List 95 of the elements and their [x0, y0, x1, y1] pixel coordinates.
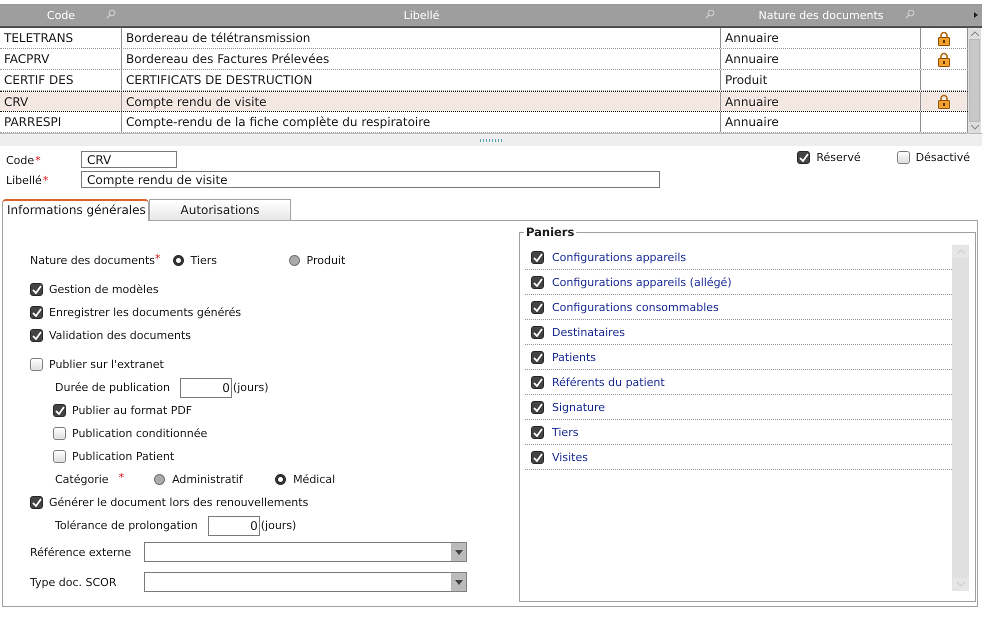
number-field[interactable]: 0: [180, 378, 232, 398]
checkbox[interactable]: [30, 283, 43, 296]
table-cell: FACPRV: [0, 49, 122, 69]
scroll-down-icon[interactable]: [970, 125, 978, 130]
checkbox[interactable]: [30, 306, 43, 319]
checkbox-label: Validation des documents: [49, 329, 192, 342]
table-cell: Annuaire: [721, 49, 921, 69]
triangle-icon[interactable]: [974, 12, 978, 18]
checkbox-label: Réservé: [816, 151, 861, 164]
checkbox-label: Publier sur l'extranet: [49, 358, 164, 371]
checkbox-label: Publication Patient: [72, 450, 174, 463]
field-label: Libellé: [6, 174, 42, 186]
radio-label: Produit: [306, 254, 346, 267]
checkbox[interactable]: [531, 376, 544, 388]
table-cell: Annuaire: [721, 28, 921, 48]
checkbox[interactable]: [531, 300, 544, 314]
checkbox-label: Générer le document lors des renouvellements: [49, 496, 308, 509]
checkbox-label: Tiers: [552, 426, 578, 438]
checkbox[interactable]: [531, 426, 544, 438]
dropdown[interactable]: [144, 542, 467, 562]
label-field[interactable]: Compte rendu de visite: [81, 171, 660, 188]
dropdown[interactable]: [144, 572, 467, 592]
checkbox-label: Destinataires: [552, 326, 625, 338]
required-mark: *: [42, 174, 48, 186]
table-cell: CERTIF DES: [0, 70, 122, 90]
group-title: Paniers: [524, 225, 576, 239]
checkbox[interactable]: [30, 329, 43, 342]
tab[interactable]: Autorisations: [149, 199, 291, 220]
radio-button[interactable]: [154, 474, 166, 485]
field-label: Code: [6, 154, 34, 166]
checkbox[interactable]: [531, 400, 544, 414]
checkbox-label: Configurations appareils (allégé): [552, 276, 732, 288]
scroll-up-icon[interactable]: [970, 31, 978, 36]
unit-label: (jours): [260, 519, 296, 532]
table-cell: CRV: [0, 92, 122, 111]
checkbox[interactable]: [30, 496, 43, 509]
checkbox-label: Référents du patient: [552, 376, 665, 388]
table-cell: Annuaire: [721, 112, 921, 132]
checkbox[interactable]: [53, 450, 66, 463]
field-label: Référence externe: [30, 546, 132, 558]
splitter-handle[interactable]: [480, 138, 502, 142]
required-mark: *: [155, 252, 161, 265]
checkbox[interactable]: [531, 450, 544, 464]
field-label: Catégorie: [55, 473, 109, 486]
radio-button[interactable]: [275, 474, 286, 485]
field-label: Tolérance de prolongation: [55, 519, 198, 532]
checkbox[interactable]: [896, 151, 910, 164]
checkbox-label: Enregistrer les documents générés: [49, 306, 242, 319]
table-cell: Annuaire: [721, 92, 921, 111]
table-cell: CERTIFICATS DE DESTRUCTION: [122, 70, 721, 90]
code-field[interactable]: CRV: [81, 151, 177, 168]
required-mark: *: [118, 471, 124, 484]
table-cell: TELETRANS: [0, 28, 122, 48]
table-cell: Produit: [721, 70, 921, 90]
unit-label: (jours): [232, 381, 269, 394]
checkbox[interactable]: [531, 276, 544, 288]
checkbox-label: Configurations appareils: [552, 250, 686, 264]
checkbox-label: Patients: [552, 350, 596, 364]
radio-button[interactable]: [172, 255, 184, 266]
checkbox-label: Visites: [552, 450, 588, 464]
checkbox-label: Publication conditionnée: [72, 427, 208, 440]
table-row[interactable]: TELETRANS Bordereau de télétransmission Annuaire: [0, 28, 968, 49]
checkbox-label: Configurations consommables: [552, 300, 719, 314]
radio-label: Tiers: [190, 254, 217, 267]
scrollbar[interactable]: [968, 28, 981, 133]
radio-label: Médical: [293, 473, 336, 486]
checkbox-label: Gestion de modèles: [49, 283, 159, 296]
field-label: Nature des documents: [30, 254, 156, 267]
table-cell: Compte rendu de visite: [122, 92, 721, 111]
checkbox-label: Désactivé: [916, 151, 970, 164]
checkbox-label: Publier au format PDF: [72, 404, 192, 417]
checkbox[interactable]: [797, 151, 810, 164]
checkbox[interactable]: [531, 350, 544, 364]
table-cell: Bordereau des Factures Prélevées: [122, 49, 721, 69]
table-cell: PARRESPI: [0, 112, 122, 132]
checkbox[interactable]: [30, 358, 43, 371]
number-field[interactable]: 0: [208, 516, 260, 536]
dropdown-arrow-icon[interactable]: [454, 580, 462, 584]
checkbox-label: Signature: [552, 400, 606, 414]
table-row[interactable]: CRV Compte rendu de visite Annuaire: [0, 91, 968, 112]
table-cell: Compte-rendu de la fiche complète du respiratoire: [122, 112, 721, 132]
dropdown-arrow-icon[interactable]: [454, 550, 462, 554]
radio-button[interactable]: [288, 255, 300, 266]
field-label: Type doc. SCOR: [30, 576, 118, 588]
field-label: Durée de publication: [55, 381, 170, 394]
tab[interactable]: Informations générales: [2, 199, 149, 221]
radio-label: Administratif: [172, 473, 243, 486]
checkbox[interactable]: [53, 427, 66, 440]
checkbox[interactable]: [531, 250, 544, 264]
table-row[interactable]: FACPRV Bordereau des Factures Prélevées Annuaire: [0, 49, 968, 70]
table-cell: Bordereau de télétransmission: [122, 28, 721, 48]
table-row[interactable]: PARRESPI Compte-rendu de la fiche complète du respiratoire Annuaire: [0, 112, 968, 133]
checkbox[interactable]: [531, 326, 544, 338]
checkbox[interactable]: [53, 404, 66, 417]
required-mark: *: [35, 154, 41, 166]
